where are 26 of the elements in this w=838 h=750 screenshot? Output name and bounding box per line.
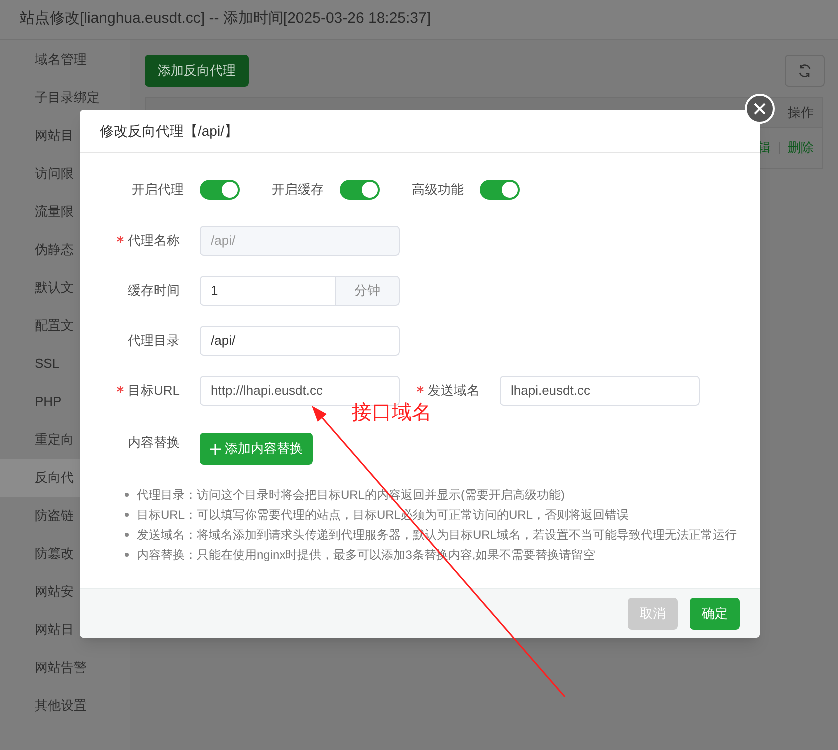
plus-icon [210, 444, 221, 454]
action-link[interactable]: 删除 [788, 138, 814, 158]
field-label: 缓存时间 [128, 282, 180, 300]
field-label: 发送域名 [428, 382, 480, 400]
field-label: 代理目录 [128, 332, 180, 350]
toggle-label: 高级功能 [412, 181, 464, 200]
close-icon [754, 103, 766, 115]
text-field[interactable]: /api/ [200, 326, 400, 356]
toggle-label: 开启代理 [132, 181, 184, 200]
confirm-button[interactable]: 确定 [690, 598, 740, 630]
refresh-button[interactable] [785, 55, 825, 87]
column-header: 操作 [788, 104, 814, 122]
field-label: 目标URL [128, 382, 180, 400]
field-label: 内容替换 [128, 434, 180, 452]
unit-label: 分钟 [336, 276, 400, 306]
refresh-icon [798, 64, 812, 78]
field-label: 代理名称 [128, 232, 180, 250]
toggle-switch[interactable] [200, 180, 240, 200]
number-field[interactable]: 1 [200, 276, 336, 306]
add-proxy-button[interactable]: 添加反向代理 [145, 55, 249, 87]
toggle-switch[interactable] [480, 180, 520, 200]
domain-field[interactable]: lhapi.eusdt.cc [500, 376, 700, 406]
toggle-label: 开启缓存 [272, 181, 324, 200]
window-title: 站点修改[lianghua.eusdt.cc] -- 添加时间[2025-03-26 18:25:37] [20, 9, 432, 30]
toggle-switch[interactable] [340, 180, 380, 200]
add-replacement-button[interactable]: 添加内容替换 [200, 433, 313, 465]
